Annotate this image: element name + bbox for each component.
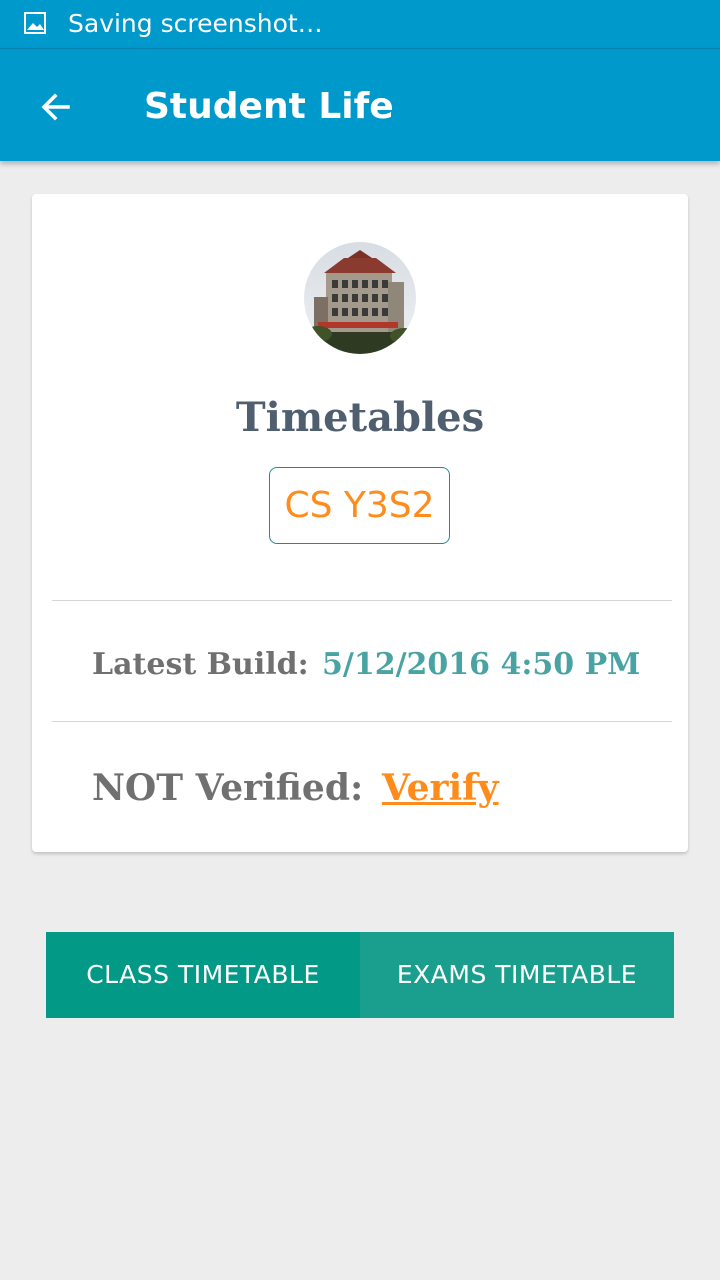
status-bar: Saving screenshot… — [0, 0, 720, 49]
latest-build-label: Latest Build: — [92, 647, 309, 682]
card-title: Timetables — [235, 394, 485, 441]
app-bar: Student Life — [0, 49, 720, 161]
avatar — [304, 242, 416, 354]
class-timetable-button[interactable]: CLASS TIMETABLE — [46, 932, 360, 1018]
exams-timetable-button[interactable]: EXAMS TIMETABLE — [360, 932, 674, 1018]
university-building-image — [304, 242, 416, 354]
divider — [52, 600, 672, 601]
back-button[interactable] — [28, 79, 84, 135]
image-icon — [24, 12, 46, 34]
verify-link[interactable]: Verify — [382, 764, 499, 812]
course-badge[interactable]: CS Y3S2 — [269, 467, 450, 544]
verification-status-label: NOT Verified: — [92, 767, 364, 809]
status-text: Saving screenshot… — [68, 9, 323, 38]
timetable-card: Timetables CS Y3S2 Latest Build: 5/12/20… — [32, 194, 688, 852]
page-title: Student Life — [144, 86, 394, 127]
arrow-left-icon — [41, 93, 70, 121]
divider — [52, 721, 672, 722]
latest-build-value: 5/12/2016 4:50 PM — [322, 647, 641, 682]
